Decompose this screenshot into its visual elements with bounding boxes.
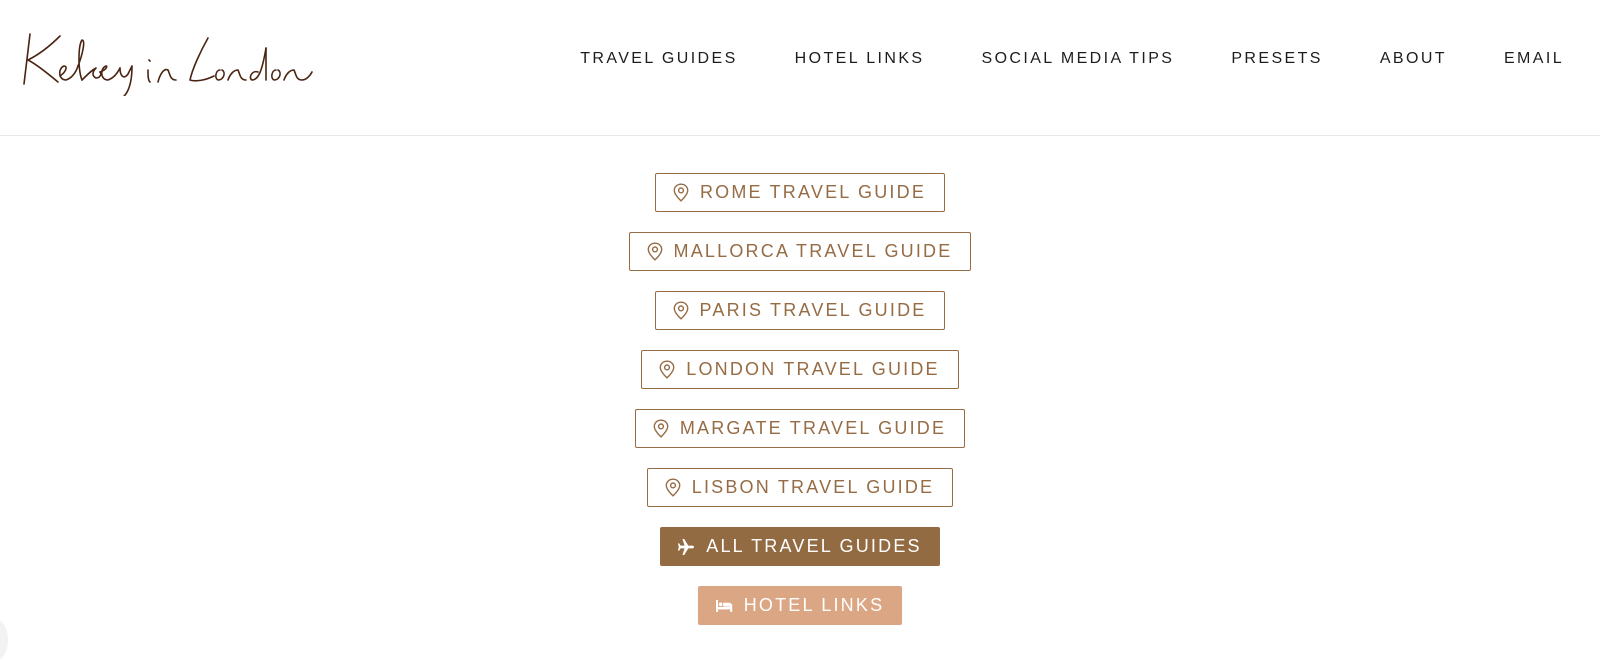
map-pin-icon	[665, 478, 681, 497]
london-travel-guide-button[interactable]: LONDON TRAVEL GUIDE	[641, 350, 959, 389]
nav-presets[interactable]: PRESETS	[1231, 50, 1323, 68]
map-pin-icon	[673, 301, 689, 320]
button-label: PARIS TRAVEL GUIDE	[699, 300, 927, 320]
all-travel-guides-button[interactable]: ALL TRAVEL GUIDES	[660, 527, 940, 566]
mallorca-travel-guide-button[interactable]: MALLORCA TRAVEL GUIDE	[628, 232, 972, 271]
airplane-icon	[677, 538, 695, 556]
margate-travel-guide-button[interactable]: MARGATE TRAVEL GUIDE	[634, 409, 966, 448]
nav-social-media-tips[interactable]: SOCIAL MEDIA TIPS	[982, 50, 1175, 68]
link-buttons-list: ROME TRAVEL GUIDE MALLORCA TRAVEL GUIDE …	[0, 136, 1600, 651]
button-label: LONDON TRAVEL GUIDE	[686, 359, 940, 379]
hotel-links-button[interactable]: HOTEL LINKS	[697, 586, 903, 625]
button-label: ROME TRAVEL GUIDE	[699, 182, 927, 202]
paris-travel-guide-button[interactable]: PARIS TRAVEL GUIDE	[654, 291, 946, 330]
site-logo[interactable]	[20, 26, 315, 96]
nav-travel-guides[interactable]: TRAVEL GUIDES	[580, 50, 737, 68]
map-pin-icon	[647, 242, 663, 261]
lisbon-travel-guide-button[interactable]: LISBON TRAVEL GUIDE	[646, 468, 954, 507]
button-label: LISBON TRAVEL GUIDE	[691, 477, 935, 497]
button-label: MALLORCA TRAVEL GUIDE	[673, 241, 953, 261]
site-header: TRAVEL GUIDES HOTEL LINKS SOCIAL MEDIA T…	[0, 0, 1600, 136]
map-pin-icon	[673, 183, 689, 202]
map-pin-icon	[659, 360, 675, 379]
nav-email[interactable]: EMAIL	[1504, 50, 1564, 68]
nav-hotel-links[interactable]: HOTEL LINKS	[795, 50, 925, 68]
rome-travel-guide-button[interactable]: ROME TRAVEL GUIDE	[654, 173, 946, 212]
nav-about[interactable]: ABOUT	[1380, 50, 1447, 68]
button-label: MARGATE TRAVEL GUIDE	[679, 418, 947, 438]
button-label: ALL TRAVEL GUIDES	[706, 536, 922, 556]
main-nav: TRAVEL GUIDES HOTEL LINKS SOCIAL MEDIA T…	[580, 50, 1564, 68]
map-pin-icon	[653, 419, 669, 438]
logo-script-wordmark	[23, 33, 313, 96]
button-label: HOTEL LINKS	[743, 595, 885, 615]
bed-icon	[715, 599, 733, 613]
